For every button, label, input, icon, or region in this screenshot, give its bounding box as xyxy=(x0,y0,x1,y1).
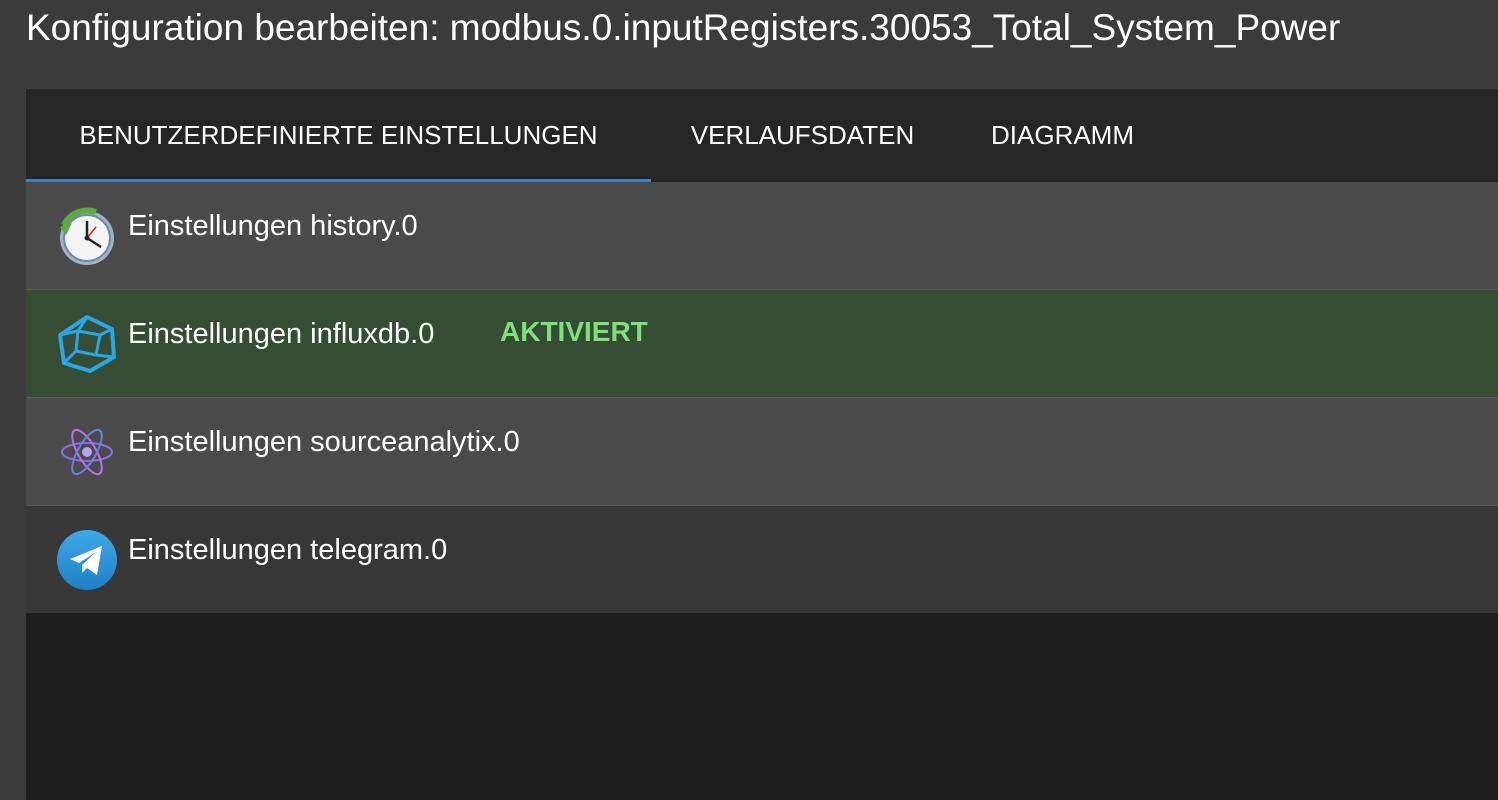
adapter-label: Einstellungen telegram.0 xyxy=(128,534,448,566)
influxdb-icon xyxy=(56,313,118,375)
tab-history-data[interactable]: VERLAUFSDATEN xyxy=(651,89,954,182)
tab-bar: BENUTZERDEFINIERTE EINSTELLUNGEN VERLAUF… xyxy=(26,89,1498,182)
telegram-icon xyxy=(56,529,118,591)
tab-chart[interactable]: DIAGRAMM xyxy=(954,89,1171,182)
adapter-label: Einstellungen history.0 xyxy=(128,210,418,242)
settings-panel: BENUTZERDEFINIERTE EINSTELLUNGEN VERLAUF… xyxy=(26,89,1498,800)
dialog-title: Konfiguration bearbeiten: modbus.0.input… xyxy=(26,7,1341,48)
status-badge: AKTIVIERT xyxy=(500,316,648,347)
sourceanalytix-atom-icon xyxy=(56,421,118,483)
tab-custom-settings[interactable]: BENUTZERDEFINIERTE EINSTELLUNGEN xyxy=(26,89,651,182)
adapter-row-influxdb[interactable]: Einstellungen influxdb.0 AKTIVIERT xyxy=(26,290,1498,398)
tab-history-data-label: VERLAUFSDATEN xyxy=(690,120,915,150)
adapter-label: Einstellungen sourceanalytix.0 xyxy=(128,426,520,458)
adapter-row-history[interactable]: Einstellungen history.0 xyxy=(26,182,1498,290)
adapter-label: Einstellungen influxdb.0 xyxy=(128,318,435,350)
adapter-row-telegram[interactable]: Einstellungen telegram.0 xyxy=(26,506,1498,613)
tab-custom-settings-label: BENUTZERDEFINIERTE EINSTELLUNGEN xyxy=(79,120,598,150)
tab-chart-label: DIAGRAMM xyxy=(991,120,1134,150)
history-clock-icon xyxy=(56,205,118,267)
adapter-row-sourceanalytix[interactable]: Einstellungen sourceanalytix.0 xyxy=(26,398,1498,506)
